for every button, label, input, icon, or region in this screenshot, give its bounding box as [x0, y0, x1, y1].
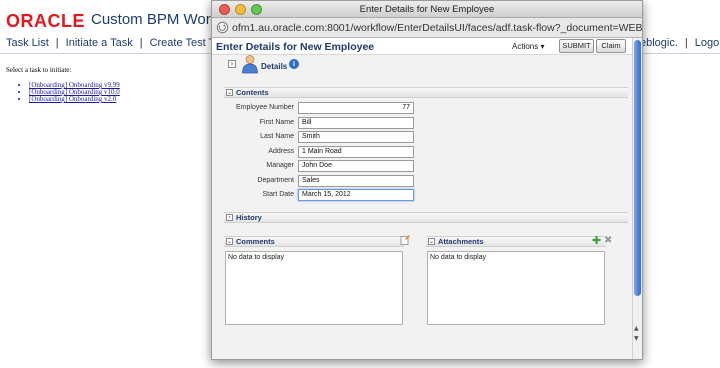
task-form-page: Enter Details for New Employee Actions ▾…: [212, 38, 642, 359]
window-titlebar[interactable]: Enter Details for New Employee: [212, 1, 642, 18]
form-row-first-name: First Name Bill: [222, 117, 522, 129]
comments-header[interactable]: ⌄ Comments: [224, 236, 404, 247]
first-name-input[interactable]: Bill: [298, 117, 414, 129]
attachments-empty-text: No data to display: [430, 254, 487, 261]
details-label: Details: [261, 62, 288, 71]
field-label: Manager: [266, 162, 294, 169]
attachments-list: No data to display: [427, 251, 605, 325]
initiate-task-panel: Select a task to initiate: [Onboarding] …: [6, 66, 120, 103]
task-link[interactable]: [Onboarding] Onboarding v2.0: [29, 96, 120, 103]
history-label: History: [236, 213, 262, 222]
chevron-down-icon[interactable]: ⌄: [226, 238, 233, 245]
comments-label: Comments: [236, 237, 275, 246]
form-row-employee-number: Employee Number 77: [222, 102, 522, 114]
scrollbar-thumb[interactable]: [634, 40, 641, 296]
logout-link[interactable]: Logout: [695, 37, 720, 49]
field-label: Address: [268, 148, 294, 155]
task-list: [Onboarding] Onboarding v9.99 [Onboardin…: [19, 82, 120, 103]
nav-separator: |: [55, 37, 59, 49]
oracle-logo: ORACLE: [6, 11, 85, 31]
comments-list: No data to display: [225, 251, 403, 325]
field-label: Employee Number: [236, 104, 294, 111]
form-toolbar: Enter Details for New Employee Actions ▾…: [212, 38, 632, 55]
chevron-right-icon[interactable]: ›: [226, 214, 233, 221]
details-expand-toggle[interactable]: ›: [228, 60, 236, 68]
vertical-scrollbar[interactable]: ▲ ▼: [632, 38, 642, 359]
chevron-down-icon[interactable]: ⌄: [226, 89, 233, 96]
employee-number-input[interactable]: 77: [298, 102, 414, 114]
claim-button[interactable]: Claim: [596, 39, 626, 53]
nav-task-list[interactable]: Task List: [6, 37, 49, 49]
field-label: Last Name: [260, 133, 294, 140]
chevron-down-icon[interactable]: ⌄: [428, 238, 435, 245]
scroll-up-arrow-icon[interactable]: ▲: [634, 326, 639, 332]
attachments-header[interactable]: ⌄ Attachments: [426, 236, 606, 247]
initiate-prompt: Select a task to initiate:: [6, 66, 72, 74]
form-row-manager: Manager John Doe: [222, 160, 522, 172]
page-icon: [216, 21, 229, 34]
url-text: ofm1.au.oracle.com:8001/workflow/EnterDe…: [232, 22, 643, 34]
history-section-header[interactable]: › History: [224, 212, 628, 223]
nav-separator: |: [684, 37, 688, 49]
form-row-address: Address 1 Main Road: [222, 146, 522, 158]
form-row-start-date: Start Date March 15, 2012: [222, 189, 522, 201]
attachments-label: Attachments: [438, 237, 484, 246]
add-attachment-icon[interactable]: ✚: [592, 235, 601, 246]
delete-attachment-icon[interactable]: ✖: [604, 236, 612, 246]
user-name-partial: eblogic.: [640, 37, 678, 49]
task-popup-window: Enter Details for New Employee ofm1.au.o…: [211, 0, 643, 360]
person-icon: [242, 55, 258, 74]
nav-links: Task List | Initiate a Task | Create Test Ta…: [6, 37, 237, 49]
manager-input[interactable]: John Doe: [298, 160, 414, 172]
nav-separator: |: [139, 37, 143, 49]
submit-button[interactable]: SUBMIT: [559, 39, 594, 53]
nav-user-links: eblogic. | Logout: [640, 37, 720, 49]
start-date-input[interactable]: March 15, 2012: [298, 189, 414, 201]
nav-initiate-task[interactable]: Initiate a Task: [66, 37, 133, 49]
last-name-input[interactable]: Smith: [298, 131, 414, 143]
actions-menu[interactable]: Actions ▾: [512, 42, 544, 51]
window-title: Enter Details for New Employee: [359, 4, 495, 15]
contents-label: Contents: [236, 88, 269, 97]
add-comment-icon[interactable]: [400, 235, 410, 245]
address-input[interactable]: 1 Main Road: [298, 146, 414, 158]
page-title: Enter Details for New Employee: [216, 41, 375, 53]
address-bar[interactable]: ofm1.au.oracle.com:8001/workflow/EnterDe…: [212, 18, 642, 38]
department-input[interactable]: Sales: [298, 175, 414, 187]
field-label: First Name: [259, 119, 294, 126]
contents-section-header[interactable]: ⌄ Contents: [224, 87, 628, 98]
field-label: Department: [257, 177, 294, 184]
scroll-down-arrow-icon[interactable]: ▼: [634, 336, 639, 342]
field-label: Start Date: [262, 191, 294, 198]
form-row-last-name: Last Name Smith: [222, 131, 522, 143]
info-icon[interactable]: i: [289, 59, 299, 69]
comments-empty-text: No data to display: [228, 254, 285, 261]
form-row-department: Department Sales: [222, 175, 522, 187]
